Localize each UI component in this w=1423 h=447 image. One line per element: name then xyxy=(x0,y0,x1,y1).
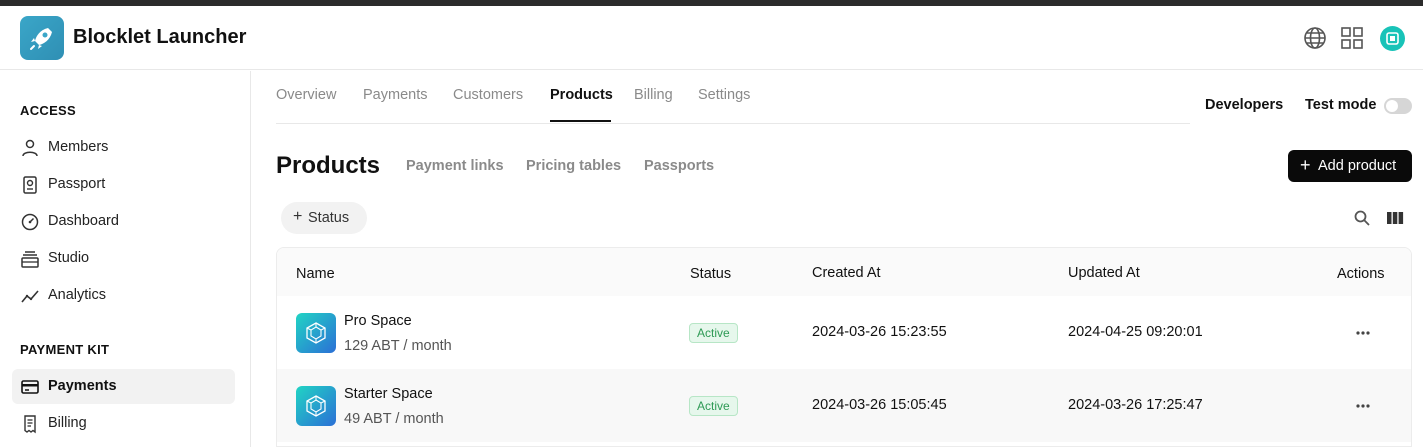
page-title: Products xyxy=(276,152,381,179)
rocket-icon xyxy=(30,28,52,50)
analytics-icon xyxy=(21,290,39,303)
tab-products[interactable]: Products xyxy=(550,87,613,103)
table-row[interactable]: Pro Space 129 ABT / month Active 2024-03… xyxy=(277,296,1411,369)
sidebar: ACCESS Members Passport Dashboard Studio… xyxy=(0,71,251,447)
created-at-cell: 2024-03-26 15:23:55 xyxy=(812,324,947,340)
cube-icon xyxy=(306,395,326,417)
subtab-passports[interactable]: Passports xyxy=(644,158,714,174)
developers-link[interactable]: Developers xyxy=(1205,97,1283,113)
section-title-access: ACCESS xyxy=(20,103,76,118)
tab-billing[interactable]: Billing xyxy=(634,87,673,103)
column-status[interactable]: Status xyxy=(690,266,731,282)
products-table: Name Status Created At Updated At Action… xyxy=(276,247,1412,447)
created-at-cell: 2024-03-26 15:05:45 xyxy=(812,397,947,413)
add-product-button[interactable]: + Add product xyxy=(1288,150,1412,182)
product-icon xyxy=(296,313,336,353)
passport-icon xyxy=(23,176,37,194)
sidebar-item-analytics[interactable]: Analytics xyxy=(12,278,235,313)
section-title-payment-kit: PAYMENT KIT xyxy=(20,342,110,357)
status-badge: Active xyxy=(689,396,738,416)
column-created-at[interactable]: Created At xyxy=(812,265,881,281)
plus-icon: + xyxy=(1300,155,1311,175)
product-price: 49 ABT / month xyxy=(344,411,444,427)
column-actions: Actions xyxy=(1337,266,1385,282)
app-logo[interactable] xyxy=(20,16,64,60)
add-product-label: Add product xyxy=(1318,158,1397,174)
toggle-knob xyxy=(1386,100,1398,112)
app-header: Blocklet Launcher xyxy=(0,6,1423,70)
updated-at-cell: 2024-04-25 09:20:01 xyxy=(1068,324,1203,340)
sidebar-item-passport[interactable]: Passport xyxy=(12,167,235,202)
sidebar-item-members[interactable]: Members xyxy=(12,130,235,165)
globe-icon[interactable] xyxy=(1303,26,1327,50)
sidebar-item-label: Analytics xyxy=(48,287,107,303)
table-row[interactable]: Starter Space 49 ABT / month Active 2024… xyxy=(277,369,1411,442)
sidebar-item-label: Passport xyxy=(48,176,106,192)
test-mode-label: Test mode xyxy=(1305,97,1377,113)
search-icon[interactable] xyxy=(1353,209,1371,227)
column-updated-at[interactable]: Updated At xyxy=(1068,265,1140,281)
avatar-icon xyxy=(1386,32,1399,45)
app-title: Blocklet Launcher xyxy=(73,26,247,48)
table-header: Name Status Created At Updated At Action… xyxy=(277,248,1411,296)
subtab-payment-links[interactable]: Payment links xyxy=(406,158,504,174)
status-badge: Active xyxy=(689,323,738,343)
sidebar-item-billing[interactable]: Billing xyxy=(12,406,235,441)
credit-card-icon xyxy=(21,380,39,394)
gauge-icon xyxy=(21,213,39,231)
tab-payments[interactable]: Payments xyxy=(363,87,427,103)
plus-icon: + xyxy=(293,208,303,225)
main-tabs: Overview Payments Customers Products Bil… xyxy=(276,71,1190,124)
sidebar-item-payments[interactable]: Payments xyxy=(12,369,235,404)
tab-customers[interactable]: Customers xyxy=(453,87,523,103)
subtab-pricing-tables[interactable]: Pricing tables xyxy=(526,158,621,174)
sidebar-item-dashboard[interactable]: Dashboard xyxy=(12,204,235,239)
product-name[interactable]: Pro Space xyxy=(344,313,412,329)
column-name[interactable]: Name xyxy=(296,266,335,282)
user-icon xyxy=(22,139,38,157)
more-actions-icon[interactable] xyxy=(1353,401,1373,411)
product-icon xyxy=(296,386,336,426)
columns-icon[interactable] xyxy=(1386,209,1404,227)
product-name[interactable]: Starter Space xyxy=(344,386,433,402)
sidebar-item-label: Members xyxy=(48,139,109,155)
updated-at-cell: 2024-03-26 17:25:47 xyxy=(1068,397,1203,413)
sidebar-item-label: Billing xyxy=(48,415,87,431)
more-actions-icon[interactable] xyxy=(1353,328,1373,338)
receipt-icon xyxy=(24,415,36,434)
sidebar-item-label: Payments xyxy=(48,378,117,394)
status-filter-button[interactable]: + Status xyxy=(281,202,367,234)
status-filter-label: Status xyxy=(308,210,350,226)
studio-icon xyxy=(21,251,39,268)
tab-settings[interactable]: Settings xyxy=(698,87,750,103)
product-price: 129 ABT / month xyxy=(344,338,452,354)
apps-grid-icon[interactable] xyxy=(1340,26,1364,50)
sidebar-item-label: Dashboard xyxy=(48,213,119,229)
sidebar-item-label: Studio xyxy=(48,250,90,266)
cube-icon xyxy=(306,322,326,344)
sidebar-item-studio[interactable]: Studio xyxy=(12,241,235,276)
avatar[interactable] xyxy=(1380,26,1405,51)
test-mode-toggle[interactable] xyxy=(1384,98,1412,114)
tab-overview[interactable]: Overview xyxy=(276,87,336,103)
active-tab-indicator xyxy=(550,120,611,122)
